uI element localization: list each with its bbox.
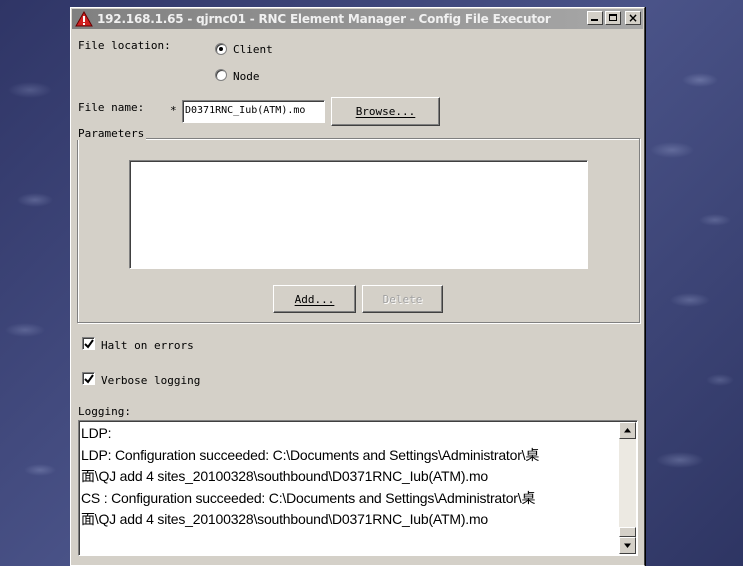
log-line: 面\QJ add 4 sites_20100328\southbound\D03… bbox=[81, 468, 489, 485]
logging-label: Logging: bbox=[78, 405, 131, 418]
file-name-label: File name: bbox=[78, 101, 145, 114]
window-title: 192.168.1.65 - qjrnc01 - RNC Element Man… bbox=[97, 12, 551, 26]
delete-button[interactable]: Delete bbox=[362, 285, 443, 313]
radio-client-label[interactable]: Client bbox=[233, 43, 273, 56]
checkmark-icon bbox=[84, 374, 94, 384]
warning-triangle-icon bbox=[75, 11, 93, 27]
log-line: CS : Configuration succeeded: C:\Documen… bbox=[81, 489, 536, 506]
verbose-logging-checkbox[interactable] bbox=[82, 372, 95, 385]
scroll-thumb[interactable] bbox=[619, 527, 636, 537]
required-marker: * bbox=[170, 104, 177, 117]
close-button[interactable]: × bbox=[625, 11, 641, 25]
halt-on-errors-checkbox[interactable] bbox=[82, 337, 95, 350]
log-scrollbar[interactable] bbox=[619, 422, 636, 554]
arrow-down-icon bbox=[624, 543, 631, 548]
maximize-button[interactable] bbox=[605, 11, 621, 25]
browse-button[interactable]: Browse... bbox=[331, 97, 440, 126]
logging-textarea[interactable]: LDP: LDP: Configuration succeeded: C:\Do… bbox=[78, 420, 638, 556]
file-name-input[interactable]: D0371RNC_Iub(ATM).mo bbox=[182, 100, 325, 123]
parameters-list[interactable] bbox=[129, 160, 588, 269]
radio-client[interactable] bbox=[215, 43, 227, 55]
radio-node-label[interactable]: Node bbox=[233, 70, 260, 83]
verbose-logging-label[interactable]: Verbose logging bbox=[101, 374, 200, 387]
maximize-icon bbox=[609, 14, 617, 21]
minimize-button[interactable] bbox=[587, 11, 603, 25]
arrow-up-icon bbox=[624, 428, 631, 433]
minimize-icon bbox=[591, 19, 598, 21]
checkmark-icon bbox=[84, 339, 94, 349]
scroll-down-button[interactable] bbox=[619, 537, 636, 554]
log-line: 面\QJ add 4 sites_20100328\southbound\D03… bbox=[81, 511, 489, 528]
radio-node[interactable] bbox=[215, 69, 227, 81]
title-bar[interactable]: 192.168.1.65 - qjrnc01 - RNC Element Man… bbox=[72, 9, 643, 29]
parameters-group-title: Parameters bbox=[76, 127, 147, 140]
close-icon: × bbox=[628, 11, 639, 25]
file-location-label: File location: bbox=[78, 39, 171, 52]
halt-on-errors-label[interactable]: Halt on errors bbox=[101, 339, 194, 352]
log-line: LDP: Configuration succeeded: C:\Documen… bbox=[81, 446, 540, 463]
add-button[interactable]: Add... bbox=[273, 285, 356, 313]
scroll-up-button[interactable] bbox=[619, 422, 636, 439]
log-line: LDP: bbox=[81, 425, 112, 441]
